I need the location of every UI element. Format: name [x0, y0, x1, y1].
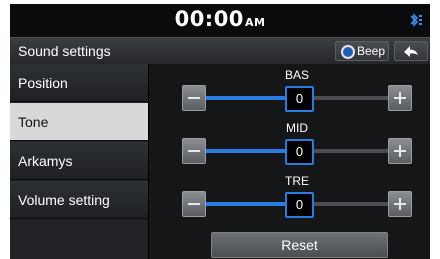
mid-label: MID — [286, 121, 308, 135]
sidebar-item-arkamys[interactable]: Arkamys — [10, 142, 148, 180]
mid-value: 0 — [285, 139, 314, 165]
page-title: Sound settings — [18, 43, 111, 59]
head-unit-screen: 00:00AM Sound settings Beep Position Ton… — [10, 4, 430, 259]
bass-label: BAS — [284, 68, 309, 82]
reset-button[interactable]: Reset — [211, 232, 388, 258]
mid-control: MID 0 — [149, 121, 430, 177]
beep-toggle-button[interactable]: Beep — [335, 41, 389, 61]
back-button[interactable] — [394, 41, 428, 61]
radio-indicator-icon — [341, 45, 355, 59]
sidebar-item-label: Volume setting — [18, 192, 110, 208]
plus-icon — [394, 145, 406, 157]
clock-ampm: AM — [244, 16, 266, 29]
bass-increase-button[interactable] — [388, 85, 412, 111]
sidebar-item-position[interactable]: Position — [10, 64, 148, 102]
sidebar-item-tone[interactable]: Tone — [10, 103, 148, 141]
sidebar-menu: Position Tone Arkamys Volume setting — [10, 64, 149, 259]
clock-time: 00:00 — [174, 7, 244, 31]
back-arrow-icon — [404, 46, 418, 57]
treble-control: TRE 0 — [149, 174, 430, 230]
minus-icon — [188, 203, 200, 205]
minus-icon — [188, 97, 200, 99]
plus-icon — [394, 198, 406, 210]
sidebar-item-label: Tone — [18, 114, 49, 130]
sidebar-item-label: Position — [18, 75, 68, 91]
sidebar-item-label: Arkamys — [18, 153, 73, 169]
sidebar-item-volume-setting[interactable]: Volume setting — [10, 181, 148, 219]
bluetooth-icon — [408, 12, 424, 28]
mid-decrease-button[interactable] — [182, 138, 206, 164]
bass-decrease-button[interactable] — [182, 85, 206, 111]
status-bar: 00:00AM — [10, 4, 430, 36]
treble-value: 0 — [285, 192, 314, 218]
plus-icon — [394, 92, 406, 104]
tone-panel: BAS 0 MID 0 TRE 0 Reset — [149, 64, 430, 259]
treble-increase-button[interactable] — [388, 191, 412, 217]
treble-label: TRE — [285, 174, 309, 188]
minus-icon — [188, 150, 200, 152]
bass-value: 0 — [285, 86, 314, 112]
beep-label: Beep — [357, 44, 386, 58]
mid-increase-button[interactable] — [388, 138, 412, 164]
treble-decrease-button[interactable] — [182, 191, 206, 217]
bass-control: BAS 0 — [149, 68, 430, 124]
clock: 00:00AM — [10, 7, 430, 31]
title-bar: Sound settings Beep — [10, 37, 430, 65]
